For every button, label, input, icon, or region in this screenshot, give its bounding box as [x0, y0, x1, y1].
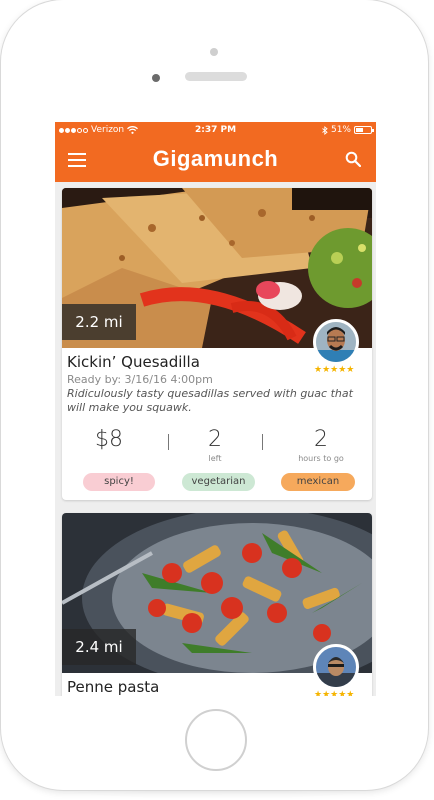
app-title: Gigamunch [152, 146, 279, 171]
ready-time: Ready by: 3/16/16 4:00pm [67, 373, 213, 386]
stat-divider [262, 434, 263, 450]
status-bar: Verizon 2:37 PM 51% [55, 122, 376, 138]
rating-stars: ★★★★★ [314, 690, 355, 696]
battery-percent: 51% [330, 125, 351, 135]
chef-avatar[interactable] [313, 319, 359, 365]
tag-spicy[interactable]: spicy! [83, 473, 155, 491]
battery-icon [354, 126, 374, 134]
servings-left-stat: 2 left [192, 427, 238, 464]
chef-avatar[interactable] [313, 644, 359, 690]
proximity-sensor [152, 74, 160, 82]
meal-title: Kickin’ Quesadilla [67, 353, 200, 371]
meal-title: Penne pasta [67, 678, 160, 696]
hours-label: hours to go [298, 454, 344, 463]
servings-left-label: left [208, 454, 222, 463]
meal-card[interactable]: 2.4 mi ★★★★★ Penne pasta [62, 513, 372, 696]
home-button[interactable] [185, 709, 247, 771]
distance-badge: 2.4 mi [62, 629, 136, 665]
meal-card[interactable]: 2.2 mi ★★★★★ Kickin’ Quesadilla Ready by… [62, 188, 372, 500]
tag-mexican[interactable]: mexican [281, 473, 355, 491]
stat-divider [168, 434, 169, 450]
meal-description: Ridiculously tasty quesadillas served wi… [67, 387, 353, 414]
rating-stars: ★★★★★ [314, 365, 355, 375]
app-bar: Gigamunch [55, 138, 376, 182]
tag-vegetarian[interactable]: vegetarian [182, 473, 255, 491]
app-screen: Verizon 2:37 PM 51% Gigamunch 2.2 mi ★★★… [55, 122, 376, 696]
bluetooth-icon [322, 125, 328, 135]
search-icon[interactable] [345, 151, 361, 167]
earpiece-speaker [185, 72, 247, 81]
servings-left-value: 2 [208, 427, 222, 452]
price-value: $8 [95, 427, 123, 452]
hours-to-go-stat: 2 hours to go [286, 427, 356, 464]
distance-badge: 2.2 mi [62, 304, 136, 340]
price-stat: $8 [86, 428, 132, 452]
hours-value: 2 [314, 427, 328, 452]
front-camera [210, 48, 218, 56]
